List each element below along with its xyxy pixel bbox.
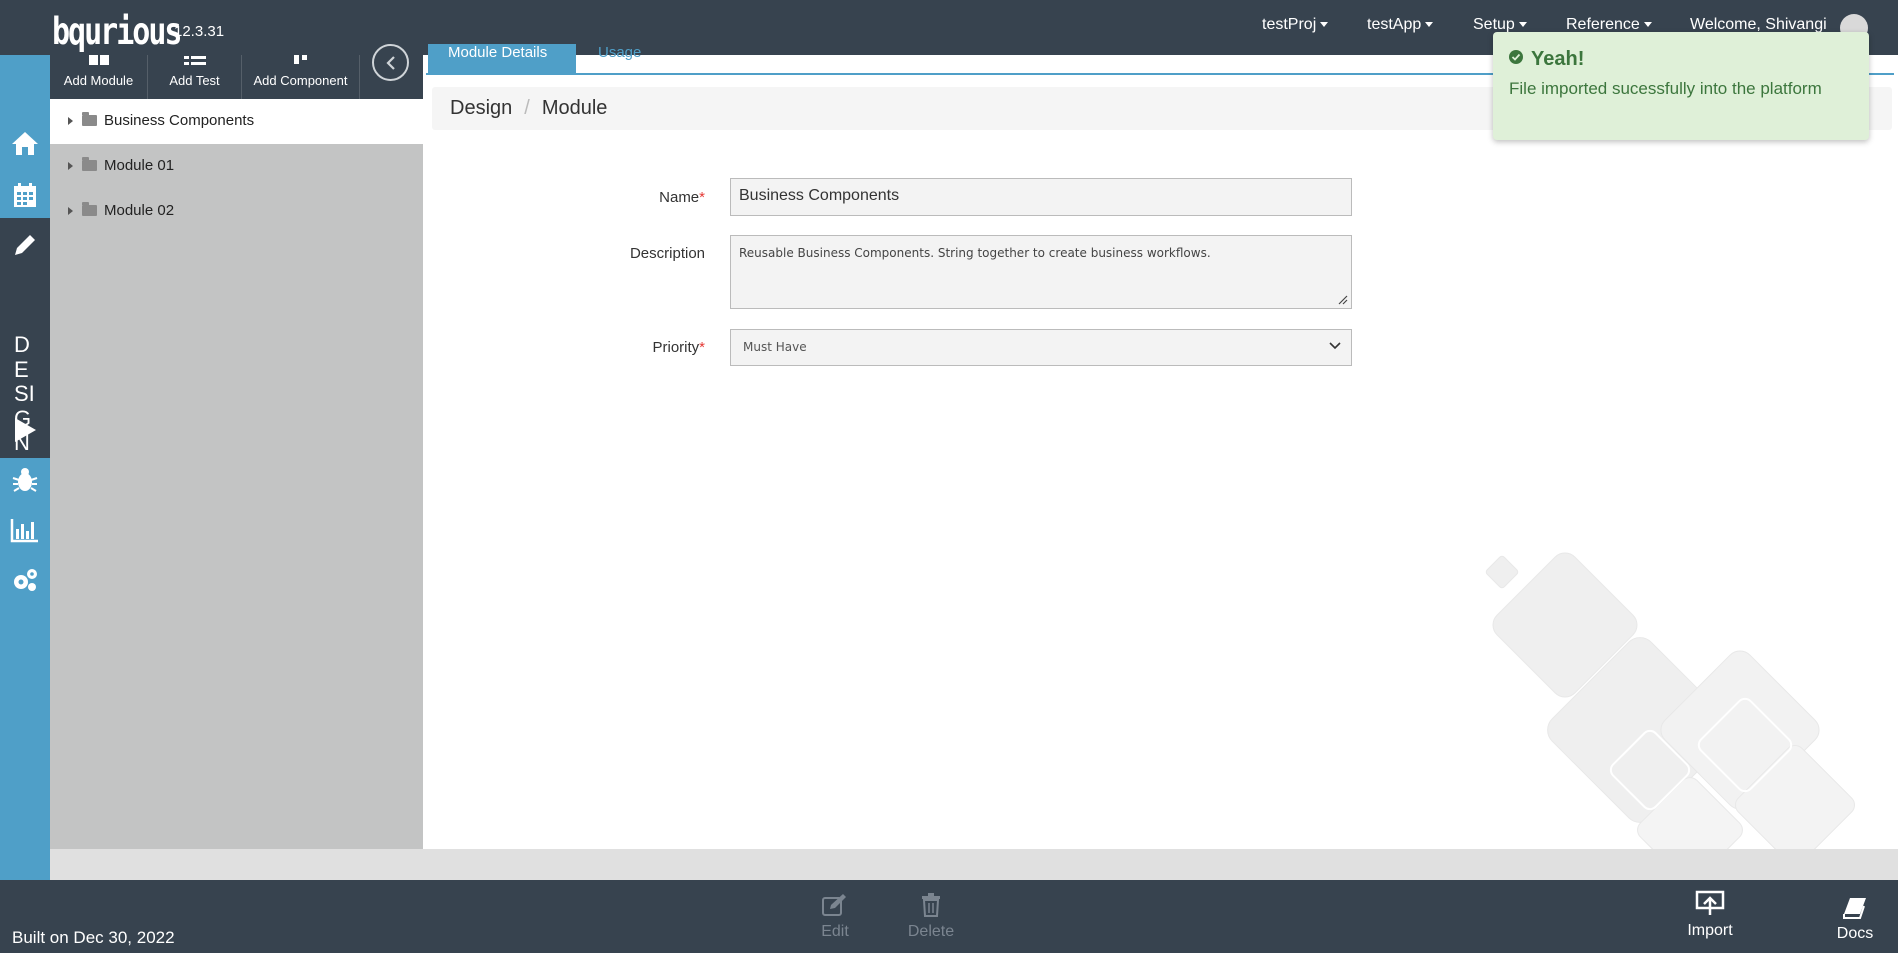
toast-message: File imported sucessfully into the platf… [1509, 79, 1822, 98]
list-icon [183, 56, 206, 65]
docs-button[interactable]: Docs [1833, 897, 1877, 943]
breadcrumb-root[interactable]: Design [450, 97, 512, 119]
tree-item[interactable]: Business Components [50, 99, 423, 144]
check-circle-icon [1509, 50, 1523, 64]
play-icon[interactable] [0, 410, 50, 450]
name-label: Name* [505, 189, 705, 206]
breadcrumb-separator: / [524, 97, 530, 119]
success-toast[interactable]: Yeah! File imported sucessfully into the… [1493, 32, 1869, 140]
toast-title: Yeah! [1509, 48, 1584, 71]
import-label: Import [1687, 922, 1733, 939]
add-module-button[interactable]: Add Module [50, 55, 148, 99]
description-text: Reusable Business Components. String tog… [739, 246, 1211, 260]
folder-icon [82, 112, 97, 126]
build-info: Built on Dec 30, 2022 [12, 928, 175, 947]
description-field[interactable]: Reusable Business Components. String tog… [730, 235, 1352, 309]
collapse-panel-button[interactable] [372, 44, 409, 81]
folder-icon [82, 157, 97, 171]
name-field[interactable]: Business Components [730, 178, 1352, 216]
edit-icon [822, 894, 846, 916]
folder-icon [82, 202, 97, 216]
import-icon [1695, 890, 1725, 915]
module-tree: Business Components Module 01 Module 02 [50, 99, 423, 849]
expand-arrow-icon[interactable] [68, 162, 73, 170]
tab-module-details[interactable]: Module Details [428, 44, 576, 74]
trash-icon [922, 893, 940, 917]
import-button[interactable]: Import [1684, 890, 1736, 940]
component-icon [293, 55, 307, 64]
caret-down-icon [1643, 22, 1652, 28]
caret-down-icon [1425, 22, 1434, 28]
priority-label: Priority* [505, 339, 705, 356]
pencil-icon[interactable] [0, 225, 50, 265]
menu-project[interactable]: testProj [1262, 16, 1329, 34]
priority-label-text: Priority [652, 339, 700, 356]
toast-title-text: Yeah! [1531, 48, 1585, 70]
name-label-text: Name [659, 189, 700, 206]
tree-item-label: Module 02 [104, 202, 175, 219]
priority-select[interactable]: Must Have [730, 329, 1352, 366]
design-letter: E [14, 356, 29, 382]
design-letter: D [14, 332, 30, 357]
tree-item-label: Module 01 [104, 157, 175, 174]
book-icon [1843, 898, 1866, 919]
menu-app[interactable]: testApp [1367, 16, 1434, 34]
delete-button[interactable]: Delete [905, 893, 957, 941]
decorative-diamonds [1485, 552, 1855, 849]
add-test-label: Add Test [169, 73, 220, 88]
breadcrumb-current: Module [541, 97, 608, 119]
menu-app-label: testApp [1367, 16, 1422, 33]
priority-selected-value: Must Have [743, 340, 807, 354]
caret-down-icon [1320, 22, 1329, 28]
menu-project-label: testProj [1262, 16, 1317, 33]
edit-label: Edit [821, 923, 849, 940]
chevron-down-icon [1329, 342, 1341, 350]
add-component-button[interactable]: Add Component [242, 55, 360, 99]
add-component-label: Add Component [253, 73, 348, 88]
design-letter: SI [14, 381, 35, 406]
required-mark: * [699, 339, 705, 356]
module-grid-icon [88, 55, 109, 65]
edit-button[interactable]: Edit [818, 893, 852, 941]
add-test-button[interactable]: Add Test [148, 55, 242, 99]
add-module-label: Add Module [63, 73, 134, 88]
tree-item-label: Business Components [104, 112, 255, 129]
menu-setup-label: Setup [1473, 16, 1515, 33]
docs-label: Docs [1836, 925, 1874, 942]
calendar-icon[interactable] [0, 175, 50, 215]
caret-down-icon [1518, 22, 1527, 28]
chevron-left-icon [385, 55, 395, 70]
home-icon[interactable] [0, 123, 50, 163]
resize-handle-icon[interactable] [1338, 295, 1348, 305]
app-version: 12.3.31 [174, 23, 225, 40]
tree-toolbar: Add Module Add Test Add Component [50, 55, 423, 99]
footer-bar: Built on Dec 30, 2022 Edit Delete Import… [0, 880, 1898, 953]
app-logo[interactable]: bqurious [52, 10, 182, 54]
delete-label: Delete [907, 923, 955, 940]
left-icon-rail: D E SI G N [0, 55, 50, 880]
tab-usage[interactable]: Usage [598, 44, 641, 60]
horizontal-scrollbar[interactable] [50, 849, 1898, 880]
bar-chart-icon[interactable] [0, 510, 50, 550]
required-mark: * [699, 189, 705, 206]
expand-arrow-icon[interactable] [68, 117, 73, 125]
description-label: Description [505, 245, 705, 262]
tree-item[interactable]: Module 01 [50, 144, 423, 189]
expand-arrow-icon[interactable] [68, 207, 73, 215]
gears-icon[interactable] [0, 560, 50, 600]
description-label-text: Description [629, 245, 705, 262]
bug-icon[interactable] [0, 460, 50, 500]
tree-item[interactable]: Module 02 [50, 189, 423, 234]
menu-reference-label: Reference [1566, 16, 1640, 33]
